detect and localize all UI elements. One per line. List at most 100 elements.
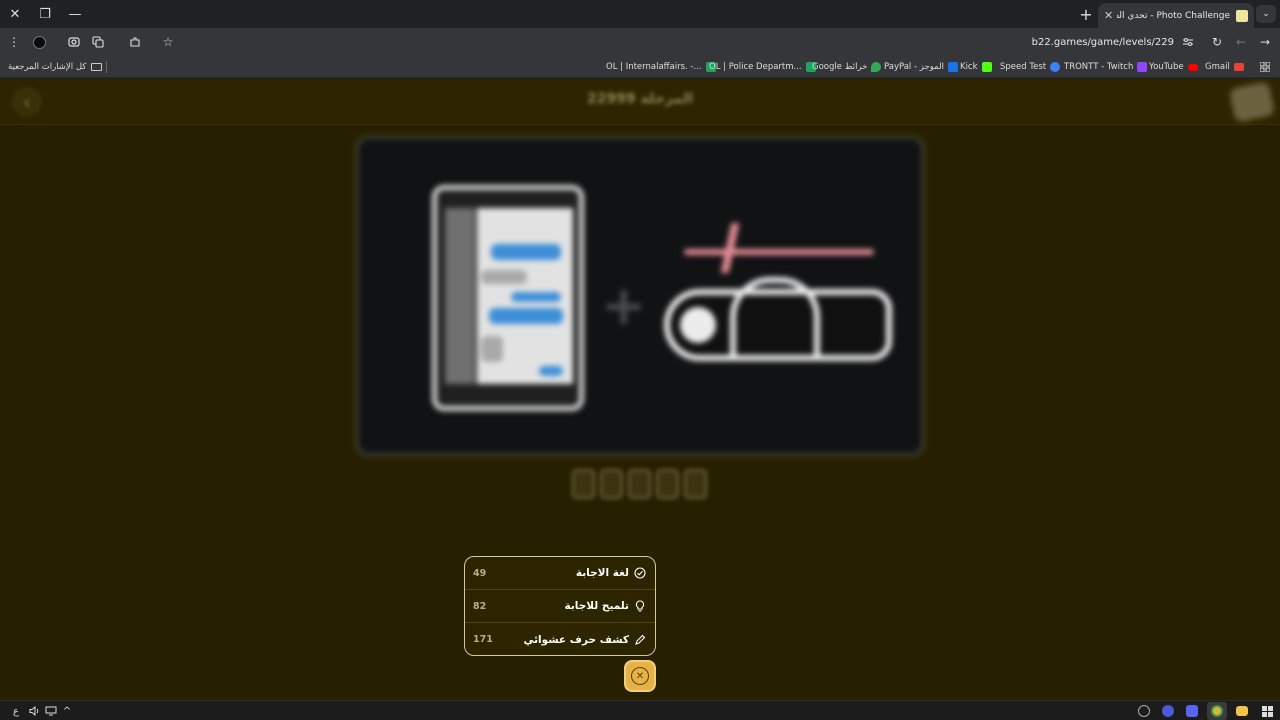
tab-search-button[interactable]: ⌄ — [1256, 5, 1276, 23]
grid-icon — [1260, 62, 1270, 72]
hint-cost: 82 — [473, 600, 487, 612]
extension-button[interactable] — [29, 32, 49, 52]
taskbar-app-1[interactable] — [1137, 704, 1151, 718]
tab-active[interactable]: Photo Challenge - تحدي الصور ✕ — [1098, 3, 1254, 28]
puzzle-icon — [130, 37, 140, 47]
network-button[interactable] — [44, 704, 58, 718]
minimize-icon: — — [68, 6, 82, 22]
chevron-up-icon: ^ — [62, 705, 72, 717]
game-page: ‹ المرحلة 22999 + 49 لغة الاجابة 82 تلمي… — [0, 79, 1280, 700]
chat-bubble — [491, 244, 561, 260]
show-hidden-icons-button[interactable]: ^ — [61, 704, 73, 718]
translate-button[interactable] — [88, 32, 108, 52]
screenshot-button[interactable] — [64, 32, 84, 52]
volume-button[interactable] — [27, 704, 41, 718]
speedtest-icon — [1050, 62, 1061, 72]
game-logo[interactable] — [1228, 81, 1276, 123]
chat-bubble — [489, 308, 563, 324]
taskbar-file-explorer[interactable] — [1235, 704, 1249, 718]
taskbar-app-2[interactable] — [1161, 704, 1175, 718]
extension-icon — [32, 35, 46, 49]
app-icon — [1162, 705, 1174, 717]
twitch-icon — [1137, 62, 1148, 72]
all-bookmarks-button[interactable]: كل الإشارات المرجعية — [8, 60, 103, 74]
check-circle-icon — [633, 566, 647, 580]
site-favicon-icon — [1236, 9, 1248, 22]
answer-slot[interactable] — [600, 469, 623, 499]
chat-bubble — [481, 336, 503, 362]
lying-figure-illustration — [664, 277, 892, 361]
hint-answer-language[interactable]: 49 لغة الاجابة — [465, 557, 655, 590]
hint-answer-clue[interactable]: 82 تلميح للاجابة — [465, 590, 655, 623]
hint-label: كشف حرف عشوائي — [523, 633, 629, 646]
speaker-icon — [29, 706, 38, 716]
bookmark-paypal[interactable]: PayPal - الموجز — [884, 60, 958, 74]
url-text: b22.games/game/levels/229 — [1031, 36, 1174, 48]
bookmark-label: YouTube — [1149, 62, 1184, 72]
bookmark-kick[interactable]: Kick — [960, 60, 992, 74]
chevron-down-icon: ⌄ — [1262, 9, 1270, 19]
start-button[interactable] — [1260, 704, 1274, 718]
bookmark-police-department[interactable]: OL | Police Departm... — [709, 60, 816, 74]
browser-toolbar: ⋮ ☆ b22.games/game/levels/229 ↻ ← → — [0, 28, 1280, 56]
level-title: المرحلة 22999 — [586, 91, 694, 107]
new-tab-button[interactable]: + — [1076, 4, 1096, 24]
extensions-button[interactable] — [125, 32, 145, 52]
bookmark-label: OL | Police Departm... — [709, 62, 802, 72]
window-minimize-button[interactable]: — — [60, 0, 90, 28]
answer-slot[interactable] — [628, 469, 651, 499]
bookmark-twitch[interactable]: TRONTT - Twitch — [1064, 60, 1148, 74]
windows-icon — [1261, 705, 1273, 717]
address-bar[interactable]: b22.games/game/levels/229 — [180, 31, 1200, 53]
bookmarks-bar: كل الإشارات المرجعية OL | Internalaffair… — [0, 56, 1280, 78]
bookmarks-divider — [106, 61, 107, 73]
paypal-icon — [947, 62, 958, 72]
forward-button[interactable]: ← — [1231, 32, 1251, 52]
language-label: ع — [13, 705, 19, 717]
gmail-icon — [1233, 63, 1244, 71]
hints-menu: 49 لغة الاجابة 82 تلميح للاجابة 171 كشف … — [464, 556, 656, 656]
window-close-button[interactable]: ✕ — [0, 0, 30, 28]
arrow-right-icon: → — [1259, 35, 1271, 49]
monitor-icon — [45, 706, 57, 716]
figure-head — [680, 307, 716, 343]
site-settings-button[interactable] — [1178, 32, 1198, 52]
taskbar-chrome[interactable] — [1207, 702, 1227, 720]
phone-sidebar — [445, 208, 475, 384]
game-back-button[interactable]: ‹ — [12, 87, 42, 117]
bookmark-label: OL | Internalaffairs. -... — [606, 62, 702, 72]
bookmark-speed-test[interactable]: Speed Test — [1000, 60, 1061, 74]
back-button[interactable]: → — [1255, 32, 1275, 52]
bookmark-label: Speed Test — [1000, 62, 1047, 72]
bookmark-internalaffairs[interactable]: OL | Internalaffairs. -... — [606, 60, 716, 74]
close-icon: ✕ — [9, 6, 21, 22]
other-bookmarks-button[interactable] — [1260, 60, 1270, 74]
bookmark-gmail[interactable]: Gmail — [1205, 60, 1244, 74]
bookmark-star-button[interactable]: ☆ — [158, 32, 178, 52]
tab-close-button[interactable]: ✕ — [1104, 9, 1113, 22]
close-glyph: ✕ — [635, 670, 645, 682]
pencil-icon — [633, 633, 647, 647]
window-restore-button[interactable]: ❐ — [30, 0, 60, 28]
answer-slot[interactable] — [656, 469, 679, 499]
hint-reveal-letter[interactable]: 171 كشف حرف عشوائي — [465, 623, 655, 655]
answer-slot[interactable] — [572, 469, 595, 499]
chrome-icon — [1211, 705, 1223, 717]
heartbeat-baseline — [684, 249, 874, 255]
tab-strip: ✕ ❐ — + Photo Challenge - تحدي الصور ✕ ⌄ — [0, 0, 1280, 28]
chat-bubble — [511, 292, 561, 302]
close-icon: ✕ — [631, 667, 649, 685]
taskbar-discord[interactable] — [1185, 704, 1199, 718]
hint-cost: 49 — [473, 567, 487, 579]
menu-button[interactable]: ⋮ — [4, 32, 24, 52]
bookmark-google-maps[interactable]: Google خرائط — [812, 60, 882, 74]
bookmark-label: Kick — [960, 62, 978, 72]
reload-icon: ↻ — [1211, 35, 1223, 49]
tab-title: Photo Challenge - تحدي الصور — [1117, 10, 1230, 21]
answer-slot[interactable] — [684, 469, 707, 499]
close-hints-button[interactable]: ✕ — [624, 660, 656, 692]
chat-bubble — [481, 270, 527, 284]
bookmark-youtube[interactable]: YouTube — [1149, 60, 1198, 74]
reload-button[interactable]: ↻ — [1207, 32, 1227, 52]
input-language-button[interactable]: ع — [10, 704, 22, 718]
